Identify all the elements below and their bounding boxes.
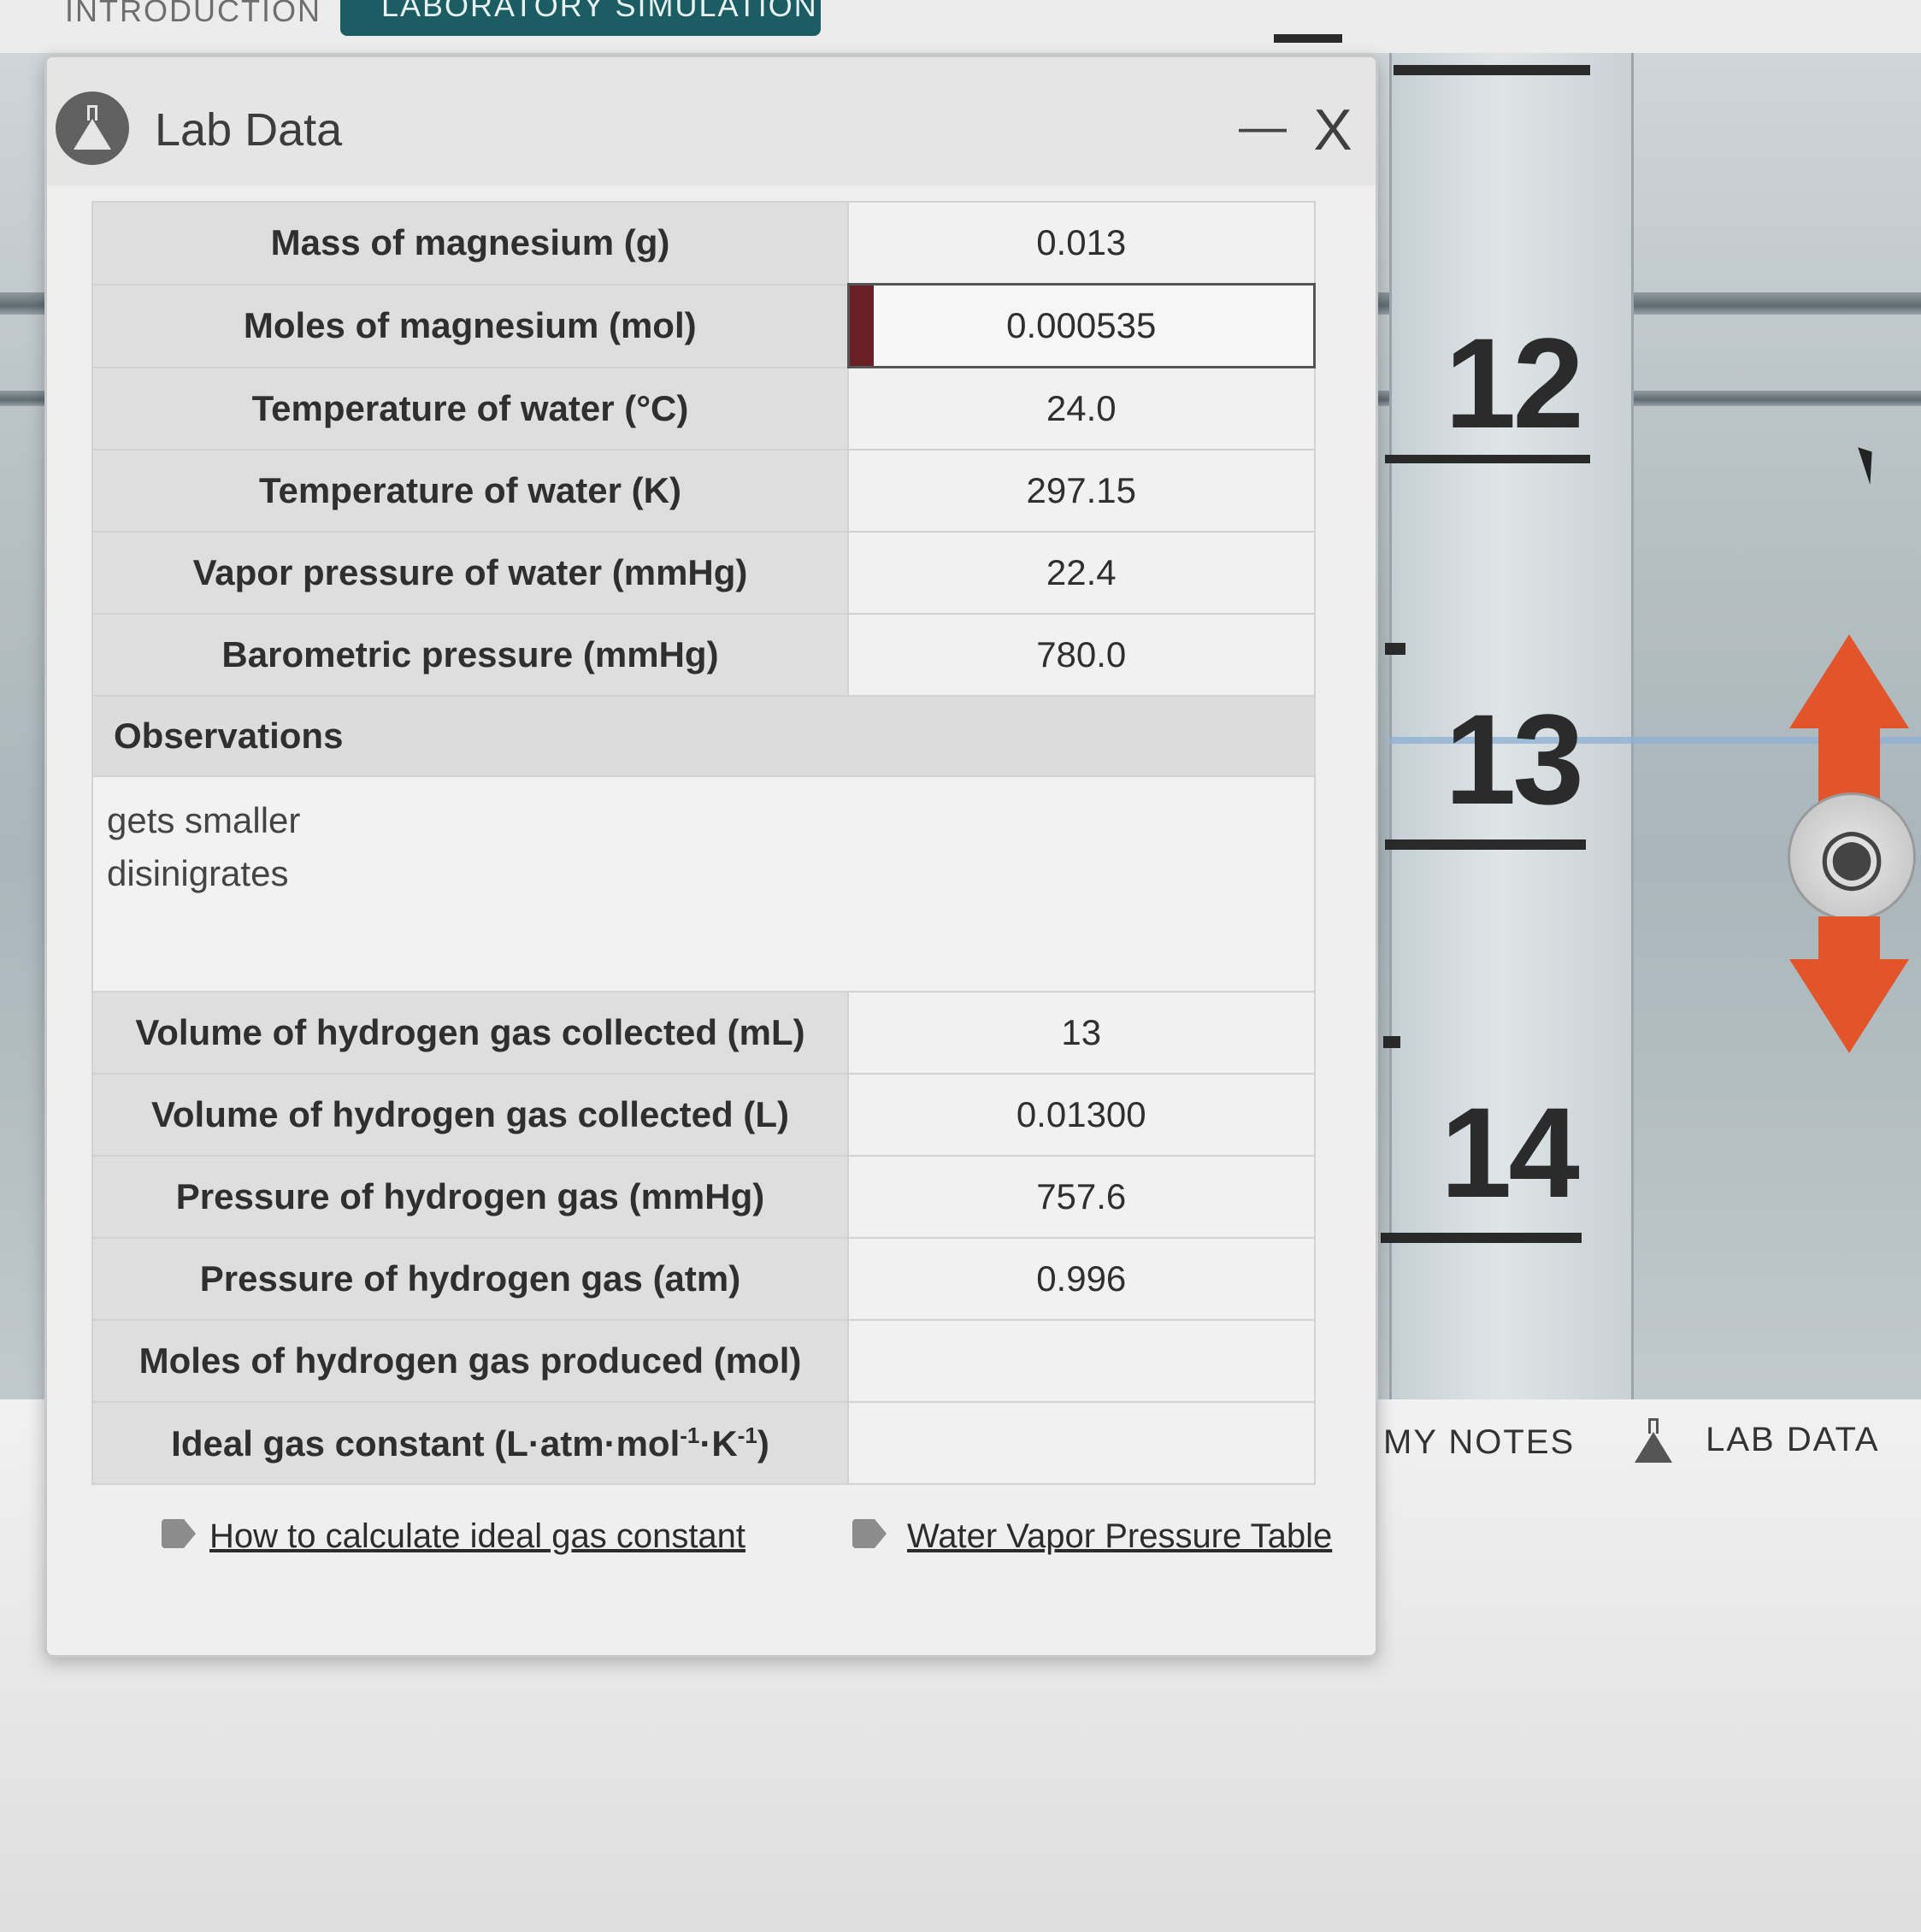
observations-textarea[interactable]: gets smaller disinigrates — [91, 775, 1316, 993]
table-row: Volume of hydrogen gas collected (L) 0.0… — [91, 1073, 1316, 1157]
scale-mark — [1274, 34, 1342, 43]
observation-line: disinigrates — [107, 853, 289, 893]
table-row: Volume of hydrogen gas collected (mL) 13 — [91, 991, 1316, 1075]
scale-mark — [1383, 1036, 1400, 1048]
moles-hydrogen-input[interactable] — [847, 1319, 1316, 1403]
label-exponent: -1 — [737, 1422, 757, 1448]
scale-number-13: 13 — [1445, 687, 1584, 831]
row-value[interactable]: 24.0 — [847, 366, 1316, 451]
lab-data-label: LAB DATA — [1706, 1420, 1880, 1458]
arrow-up-icon[interactable] — [1789, 634, 1909, 728]
observations-row: gets smaller disinigrates — [91, 775, 1316, 993]
table-row: Temperature of water (°C) 24.0 — [91, 366, 1316, 451]
scale-mark — [1381, 1233, 1582, 1243]
tag-icon — [852, 1519, 887, 1548]
lab-data-window: Lab Data — X Mass of magnesium (g) 0.013… — [44, 55, 1378, 1658]
table-row: Mass of magnesium (g) 0.013 — [91, 201, 1316, 286]
table-row: Ideal gas constant (L·atm·mol-1·K-1) — [91, 1401, 1316, 1485]
table-row: Pressure of hydrogen gas (mmHg) 757.6 — [91, 1155, 1316, 1239]
row-label: Pressure of hydrogen gas (atm) — [91, 1237, 849, 1321]
minimize-button[interactable]: — — [1237, 103, 1288, 156]
row-label: Mass of magnesium (g) — [91, 201, 849, 286]
row-label: Moles of magnesium (mol) — [91, 283, 849, 368]
row-label: Temperature of water (°C) — [91, 366, 849, 451]
scale-mark — [1394, 65, 1590, 75]
help-links: How to calculate ideal gas constant Wate… — [107, 1517, 1355, 1586]
row-label: Pressure of hydrogen gas (mmHg) — [91, 1155, 849, 1239]
observation-line: gets smaller — [107, 800, 301, 840]
row-label: Barometric pressure (mmHg) — [91, 613, 849, 697]
row-value[interactable]: 13 — [847, 991, 1316, 1075]
scale-number-14: 14 — [1441, 1081, 1580, 1224]
row-value[interactable]: 22.4 — [847, 531, 1316, 615]
row-label: Volume of hydrogen gas collected (L) — [91, 1073, 849, 1157]
row-value[interactable]: 0.013 — [847, 201, 1316, 286]
window-title: Lab Data — [155, 104, 343, 156]
row-label: Ideal gas constant (L·atm·mol-1·K-1) — [91, 1401, 849, 1485]
row-value-selected[interactable]: 0.000535 — [846, 283, 1316, 368]
water-vapor-table-link[interactable]: Water Vapor Pressure Table — [907, 1517, 1332, 1556]
scale-mark — [1385, 643, 1405, 655]
row-value[interactable]: 297.15 — [847, 449, 1316, 533]
tab-introduction[interactable]: INTRODUCTION — [65, 0, 321, 26]
observations-heading: Observations — [91, 695, 1316, 777]
scale-mark — [1385, 839, 1586, 850]
flask-icon — [56, 91, 129, 165]
lab-data-button[interactable]: LAB DATA — [1635, 1418, 1880, 1464]
observations-header-row: Observations — [91, 695, 1316, 777]
row-value[interactable]: 780.0 — [847, 613, 1316, 697]
my-notes-button[interactable]: MY NOTES — [1383, 1423, 1575, 1462]
flask-icon — [1635, 1418, 1672, 1464]
table-row: Pressure of hydrogen gas (atm) 0.996 — [91, 1237, 1316, 1321]
row-value[interactable]: 757.6 — [847, 1155, 1316, 1239]
scale-number-12: 12 — [1445, 311, 1584, 455]
table-row: Moles of magnesium (mol) 0.000535 — [91, 283, 1316, 368]
my-notes-label: MY NOTES — [1383, 1423, 1576, 1461]
tab-laboratory-simulation[interactable]: LABORATORY SIMULATION — [340, 0, 821, 36]
mouse-cursor-icon — [1858, 443, 1882, 486]
gas-constant-input[interactable] — [847, 1401, 1316, 1485]
row-label: Moles of hydrogen gas produced (mol) — [91, 1319, 849, 1403]
table-row: Temperature of water (K) 297.15 — [91, 449, 1316, 533]
lab-data-table: Mass of magnesium (g) 0.013 Moles of mag… — [91, 201, 1316, 1485]
row-label: Volume of hydrogen gas collected (mL) — [91, 991, 849, 1075]
table-row: Barometric pressure (mmHg) 780.0 — [91, 613, 1316, 697]
row-label: Temperature of water (K) — [91, 449, 849, 533]
label-part: ) — [757, 1422, 769, 1464]
label-part: ·K — [699, 1422, 738, 1464]
eye-icon[interactable]: ◉ — [1788, 792, 1916, 921]
label-exponent: -1 — [680, 1422, 700, 1448]
top-tab-bar: INTRODUCTION LABORATORY SIMULATION — [0, 0, 1921, 55]
row-value[interactable]: 0.996 — [847, 1237, 1316, 1321]
arrow-down-icon[interactable] — [1789, 959, 1909, 1053]
close-button[interactable]: X — [1305, 100, 1360, 160]
ideal-gas-constant-link[interactable]: How to calculate ideal gas constant — [209, 1517, 745, 1556]
row-label: Vapor pressure of water (mmHg) — [91, 531, 849, 615]
row-value[interactable]: 0.01300 — [847, 1073, 1316, 1157]
tag-icon — [162, 1519, 196, 1548]
view-height-slider[interactable]: ◉ — [1783, 634, 1921, 1053]
window-header[interactable]: Lab Data — X — [47, 57, 1376, 186]
table-row: Moles of hydrogen gas produced (mol) — [91, 1319, 1316, 1403]
label-part: Ideal gas constant (L·atm·mol — [171, 1422, 681, 1464]
table-row: Vapor pressure of water (mmHg) 22.4 — [91, 531, 1316, 615]
